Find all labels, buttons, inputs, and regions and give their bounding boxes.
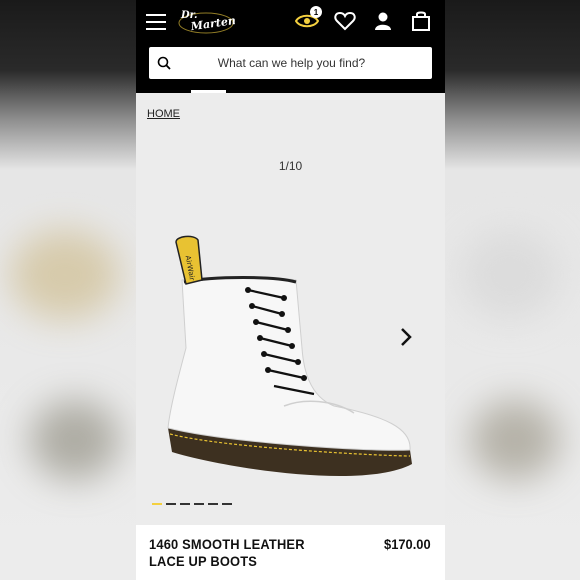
slide-dot[interactable]	[222, 503, 232, 505]
slide-dot[interactable]	[152, 503, 162, 505]
backdrop-blur	[460, 230, 560, 320]
backdrop-blur	[470, 400, 560, 480]
heart-icon[interactable]	[333, 9, 357, 33]
mobile-page: Dr. Martens 1 What can we help you find?…	[136, 0, 445, 580]
account-icon[interactable]	[371, 9, 395, 33]
header-icons: 1	[295, 6, 433, 33]
nav-indicator	[191, 90, 226, 93]
backdrop-blur	[10, 230, 120, 320]
product-title-line2: LACE UP BOOTS	[149, 553, 258, 569]
slide-dot[interactable]	[194, 503, 204, 505]
slide-dot[interactable]	[166, 503, 176, 505]
slide-dot[interactable]	[180, 503, 190, 505]
search-icon[interactable]	[157, 56, 171, 70]
bag-icon[interactable]	[409, 9, 433, 33]
slide-indicator	[152, 503, 232, 505]
slide-counter: 1/10	[278, 159, 303, 173]
search-input[interactable]	[171, 55, 412, 71]
logo-graphic: Dr. Martens	[178, 10, 235, 34]
product-image-boot[interactable]: AirWair	[164, 228, 416, 490]
breadcrumb-home[interactable]: HOME	[147, 108, 180, 120]
product-price: $170.00	[384, 536, 431, 552]
brand-logo[interactable]: Dr. Martens	[177, 6, 235, 36]
site-header: Dr. Martens 1	[136, 0, 445, 93]
backdrop-blur	[30, 400, 120, 480]
product-title-line1: 1460 SMOOTH LEATHER	[149, 536, 305, 552]
product-info-panel: 1460 SMOOTH LEATHER LACE UP BOOTS $170.0…	[136, 525, 445, 580]
product-title: 1460 SMOOTH LEATHER LACE UP BOOTS	[149, 536, 305, 570]
menu-icon[interactable]	[146, 14, 166, 30]
eye-icon[interactable]: 1	[295, 6, 322, 33]
search-bar[interactable]	[149, 47, 432, 79]
next-slide-arrow-icon[interactable]	[398, 326, 414, 348]
viewed-count-badge: 1	[310, 6, 322, 18]
slide-dot[interactable]	[208, 503, 218, 505]
